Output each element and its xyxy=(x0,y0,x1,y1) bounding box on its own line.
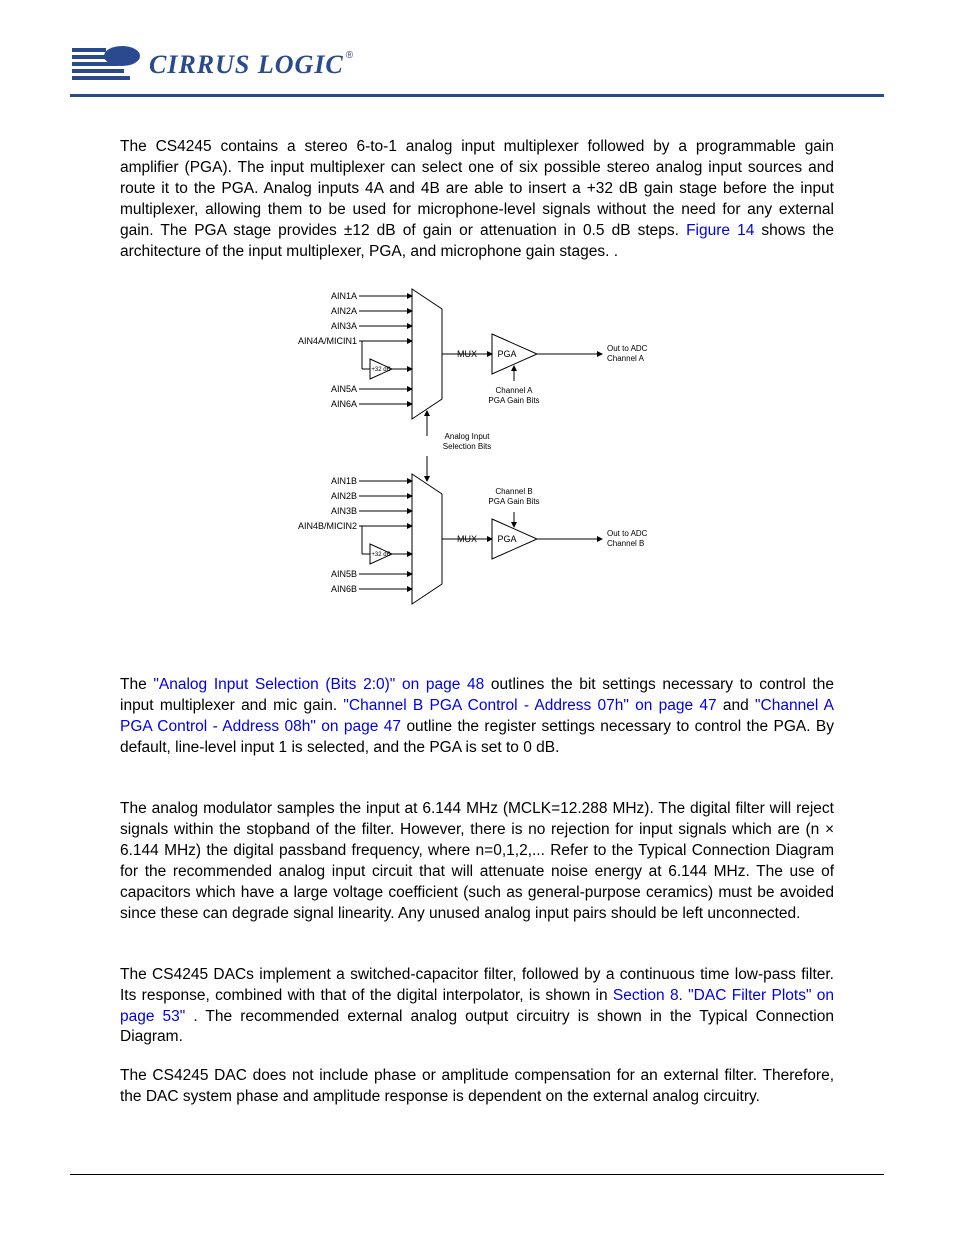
svg-text:AIN5A: AIN5A xyxy=(331,384,357,394)
svg-text:AIN1B: AIN1B xyxy=(331,476,357,486)
svg-text:+32 dB: +32 dB xyxy=(371,367,390,373)
svg-text:PGA Gain Bits: PGA Gain Bits xyxy=(488,497,539,506)
svg-text:Out to ADC: Out to ADC xyxy=(607,529,648,538)
svg-text:AIN4A/MICIN1: AIN4A/MICIN1 xyxy=(298,336,357,346)
svg-text:PGA: PGA xyxy=(497,534,516,544)
paragraph-dac-filter: The CS4245 DACs implement a switched-cap… xyxy=(120,965,834,1049)
page-header: CIRRUS LOGIC ® xyxy=(70,40,884,97)
paragraph-dac-phase: The CS4245 DAC does not include phase or… xyxy=(120,1066,834,1108)
svg-text:PGA: PGA xyxy=(497,349,516,359)
brand-logo: CIRRUS LOGIC ® xyxy=(70,40,353,90)
brand-name: CIRRUS LOGIC xyxy=(149,50,344,80)
cirrus-logo-icon xyxy=(70,40,145,90)
svg-text:AIN5B: AIN5B xyxy=(331,569,357,579)
svg-text:Channel B: Channel B xyxy=(607,539,644,548)
svg-text:Selection Bits: Selection Bits xyxy=(443,442,491,451)
svg-text:AIN3B: AIN3B xyxy=(331,506,357,516)
svg-text:AIN6A: AIN6A xyxy=(331,399,357,409)
svg-text:Channel B: Channel B xyxy=(495,487,532,496)
page: CIRRUS LOGIC ® The CS4245 contains a ste… xyxy=(0,0,954,1235)
svg-text:AIN3A: AIN3A xyxy=(331,321,357,331)
svg-text:AIN6B: AIN6B xyxy=(331,584,357,594)
paragraph-register-links: The "Analog Input Selection (Bits 2:0)" … xyxy=(120,675,834,759)
svg-text:AIN1A: AIN1A xyxy=(331,291,357,301)
link-figure-14[interactable]: Figure 14 xyxy=(686,222,754,239)
registered-mark: ® xyxy=(346,50,353,61)
text: and xyxy=(723,697,755,714)
page-content: The CS4245 contains a stereo 6-to-1 anal… xyxy=(70,137,884,1108)
text: The xyxy=(120,676,153,693)
svg-text:+32 dB: +32 dB xyxy=(371,552,390,558)
svg-text:Analog Input: Analog Input xyxy=(445,432,491,441)
footer-rule xyxy=(70,1174,884,1175)
svg-text:PGA Gain Bits: PGA Gain Bits xyxy=(488,396,539,405)
svg-text:AIN4B/MICIN2: AIN4B/MICIN2 xyxy=(298,521,357,531)
paragraph-intro: The CS4245 contains a stereo 6-to-1 anal… xyxy=(120,137,834,263)
text: . The recommended external analog output… xyxy=(120,1008,834,1046)
svg-text:AIN2B: AIN2B xyxy=(331,491,357,501)
svg-text:Channel A: Channel A xyxy=(607,354,645,363)
svg-text:AIN2A: AIN2A xyxy=(331,306,357,316)
block-diagram: AIN1A AIN2A AIN3A AIN4A/MICIN1 +32 dB AI… xyxy=(262,281,692,648)
paragraph-modulator: The analog modulator samples the input a… xyxy=(120,799,834,925)
link-analog-input-selection[interactable]: "Analog Input Selection (Bits 2:0)" on p… xyxy=(153,676,484,693)
svg-text:Channel A: Channel A xyxy=(496,386,534,395)
svg-text:Out to ADC: Out to ADC xyxy=(607,344,648,353)
link-channel-b-pga[interactable]: "Channel B PGA Control - Address 07h" on… xyxy=(343,697,716,714)
